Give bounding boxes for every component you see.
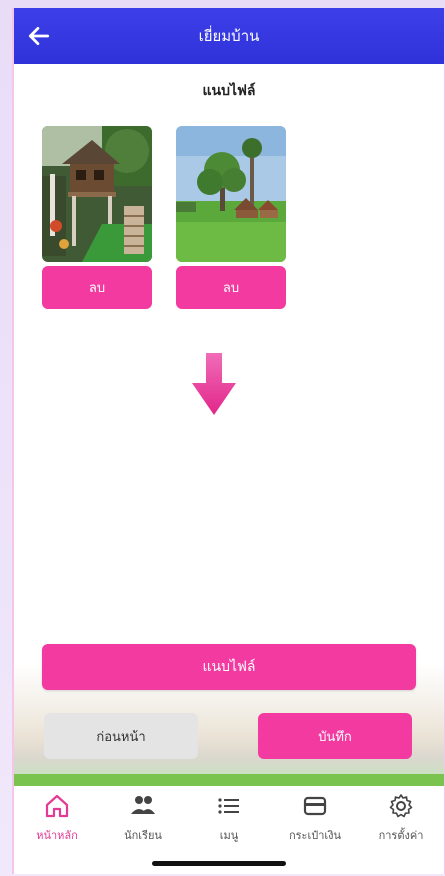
nav-label: นักเรียน: [124, 829, 162, 842]
wallet-icon: [303, 796, 327, 816]
photo-thumbnail[interactable]: [176, 126, 286, 262]
previous-button[interactable]: ก่อนหน้า: [44, 713, 198, 759]
nav-label: การตั้งค่า: [378, 829, 424, 842]
photo-card: ลบ: [42, 126, 152, 309]
photo-thumbnail[interactable]: [42, 126, 152, 262]
nav-item-home[interactable]: หน้าหลัก: [18, 792, 96, 844]
attach-file-button[interactable]: แนบไฟล์: [42, 644, 416, 690]
students-icon: [131, 796, 155, 814]
arrow-left-icon[interactable]: [26, 23, 52, 49]
home-indicator: [152, 861, 286, 866]
phone-screen: เยี่ยมบ้าน แนบไฟล์ ลบ ลบ แนบไฟล์ ก่อนหน้…: [12, 8, 445, 874]
grass-strip: [14, 774, 444, 786]
nav-item-settings[interactable]: การตั้งค่า: [362, 792, 440, 844]
nav-label: หน้าหลัก: [36, 829, 78, 842]
nav-item-wallet[interactable]: กระเป๋าเงิน: [276, 792, 354, 844]
nav-label: กระเป๋าเงิน: [288, 829, 342, 842]
top-app-bar: เยี่ยมบ้าน: [14, 8, 444, 64]
save-button[interactable]: บันทึก: [258, 713, 412, 759]
nav-label: เมนู: [219, 829, 239, 842]
section-title: แนบไฟล์: [202, 83, 256, 99]
delete-photo-button[interactable]: ลบ: [42, 266, 152, 309]
photo-list: ลบ ลบ: [42, 126, 286, 309]
arrow-down-icon: [192, 353, 236, 415]
photo-card: ลบ: [176, 126, 286, 309]
delete-photo-button[interactable]: ลบ: [176, 266, 286, 309]
page-title: เยี่ยมบ้าน: [198, 27, 260, 45]
gear-icon: [389, 794, 413, 818]
nav-item-menu[interactable]: เมนู: [190, 792, 268, 844]
menu-icon: [218, 798, 239, 814]
nav-item-students[interactable]: นักเรียน: [104, 792, 182, 844]
home-icon: [45, 794, 69, 818]
